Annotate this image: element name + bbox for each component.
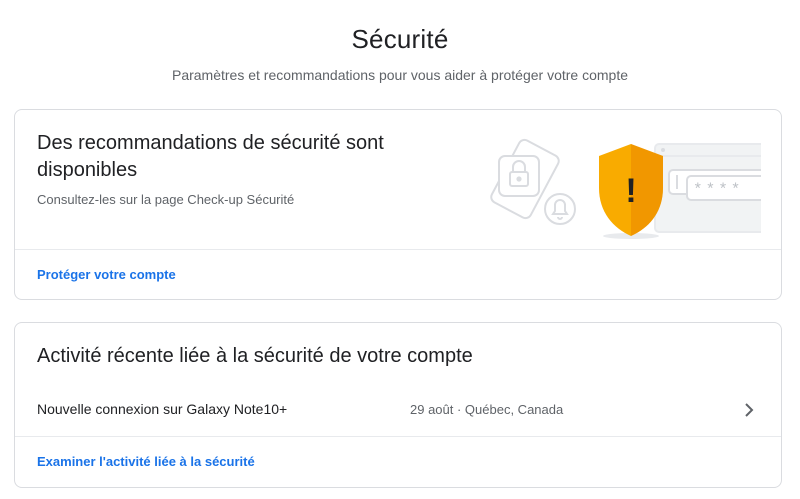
- recommendations-description: Consultez-les sur la page Check-up Sécur…: [37, 192, 295, 207]
- recommendations-title: Des recommandations de sécurité sont dis…: [37, 132, 384, 181]
- password-mask-text: ****: [693, 181, 743, 199]
- recent-security-activity-card: Activité récente liée à la sécurité de v…: [14, 322, 782, 488]
- review-security-activity-link[interactable]: Examiner l'activité liée à la sécurité: [37, 454, 255, 469]
- card-divider: [15, 436, 781, 437]
- security-page: Sécurité Paramètres et recommandations p…: [0, 0, 800, 499]
- activity-event-meta: 29 août · Québec, Canada: [410, 402, 564, 417]
- page-title: Sécurité: [351, 24, 449, 54]
- security-checkup-illustration: **** !: [490, 138, 761, 239]
- recent-activity-title: Activité récente liée à la sécurité de v…: [37, 345, 473, 367]
- password-window-icon: ****: [654, 143, 761, 233]
- shield-exclamation-text: !: [625, 172, 636, 210]
- bell-icon: [544, 193, 576, 225]
- warning-shield-icon: !: [599, 144, 663, 239]
- activity-event-label: Nouvelle connexion sur Galaxy Note10+: [37, 401, 288, 417]
- chevron-right-icon: [745, 403, 754, 417]
- protect-account-link[interactable]: Protéger votre compte: [37, 267, 176, 282]
- activity-row-new-sign-in[interactable]: Nouvelle connexion sur Galaxy Note10+ 29…: [15, 391, 781, 435]
- card-divider: [15, 249, 781, 250]
- page-subtitle: Paramètres et recommandations pour vous …: [171, 67, 628, 83]
- security-recommendations-card: Des recommandations de sécurité sont dis…: [14, 109, 782, 300]
